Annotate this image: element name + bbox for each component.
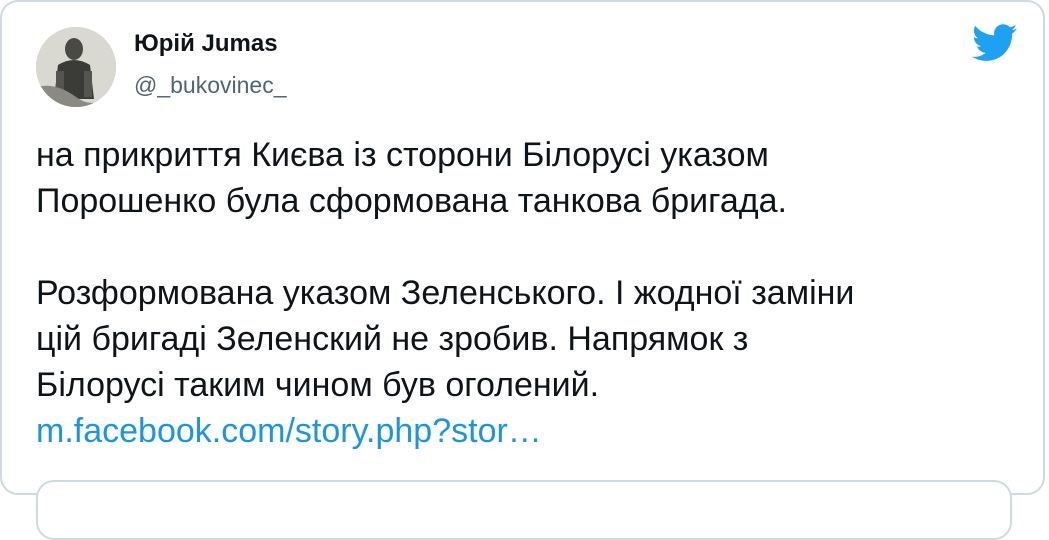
tweet-text-line: цій бригаді Зеленский не зробив. Напрямо…: [36, 320, 749, 358]
tweet-text-line: Порошенко була сформована танкова бригад…: [36, 182, 787, 220]
twitter-bird-icon[interactable]: [972, 24, 1018, 62]
user-avatar-photo: [36, 27, 116, 107]
tweet-text-line: на прикриття Києва із сторони Білорусі у…: [36, 136, 769, 174]
tweet-text-line: Білорусі таким чином був оголений.: [36, 366, 600, 404]
tweet-text: на прикриття Києва із сторони Білорусі у…: [36, 132, 1026, 454]
author-display-name[interactable]: Юрій Jumas: [134, 30, 278, 58]
tweet-card[interactable]: Юрій Jumas @_bukovinec_ на прикриття Киє…: [0, 0, 1045, 540]
author-handle[interactable]: @_bukovinec_: [134, 72, 287, 99]
tweet-link[interactable]: m.facebook.com/story.php?stor…: [36, 412, 542, 450]
link-preview-card[interactable]: [36, 480, 1012, 540]
tweet-text-line: Розформована указом Зеленського. І жодно…: [36, 274, 855, 312]
avatar[interactable]: [36, 27, 116, 107]
